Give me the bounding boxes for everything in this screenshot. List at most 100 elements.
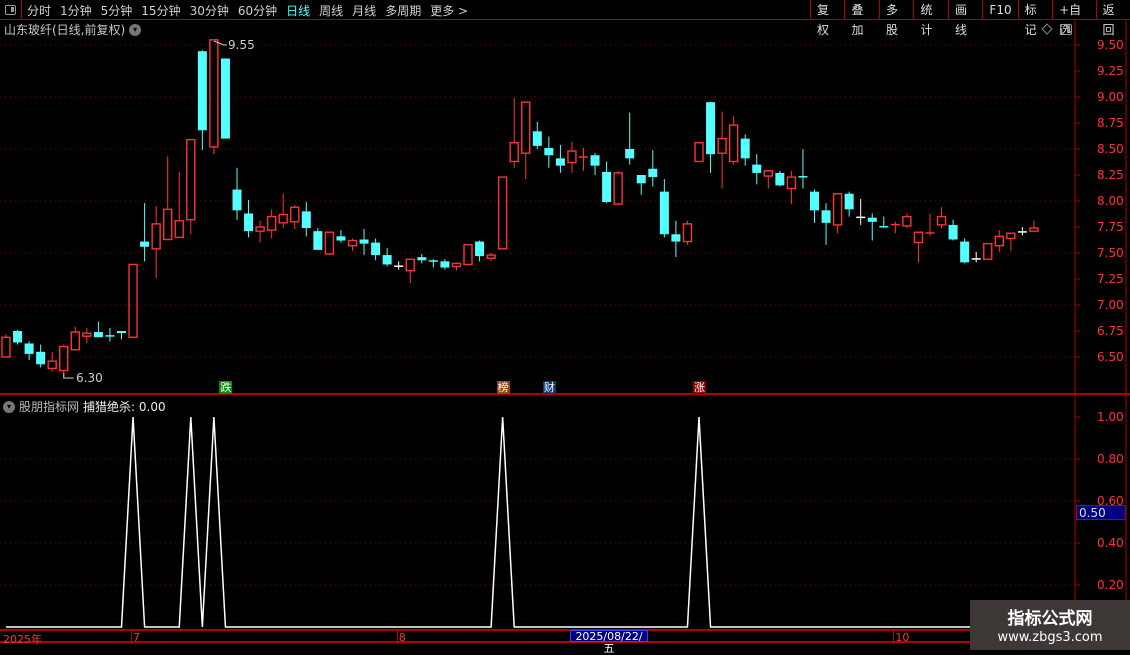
- indicator-source: 股朋指标网: [19, 400, 80, 414]
- candle: [313, 228, 323, 250]
- signal-marker: 财: [542, 381, 556, 394]
- candle-body: [359, 239, 369, 244]
- candle: [428, 259, 438, 268]
- candle: [706, 102, 716, 173]
- candle-body: [463, 243, 473, 266]
- candle: [994, 230, 1004, 252]
- candle-body: [856, 216, 866, 219]
- candle: [324, 231, 335, 256]
- candle-body: [140, 241, 150, 247]
- candle-body: [117, 331, 126, 334]
- watermark-url: www.zbgs3.com: [997, 630, 1103, 645]
- candle: [440, 259, 450, 270]
- candle: [532, 121, 542, 149]
- candle: [59, 344, 69, 378]
- candle-body: [810, 191, 819, 211]
- candle-body: [648, 168, 658, 178]
- candle: [36, 344, 46, 368]
- candle: [983, 242, 993, 260]
- candle-body: [255, 226, 265, 232]
- candle-body: [994, 235, 1004, 247]
- candle-body: [371, 242, 381, 256]
- candle: [1006, 232, 1016, 251]
- price-tick-label: 8.00: [1097, 194, 1124, 208]
- candle-body: [913, 231, 924, 244]
- candle-body: [694, 142, 704, 163]
- candle: [266, 209, 277, 239]
- candle-body: [324, 231, 335, 255]
- candle: [451, 262, 462, 271]
- candle-body: [1006, 232, 1016, 240]
- price-tick-label: 7.25: [1097, 272, 1124, 286]
- candle-body: [197, 51, 207, 131]
- candle-body: [336, 236, 346, 241]
- candle: [890, 221, 900, 234]
- candle-body: [36, 351, 46, 365]
- candle-body: [47, 360, 57, 370]
- high-price-label: 9.55: [228, 38, 255, 52]
- candle: [290, 205, 300, 230]
- watermark-title: 指标公式网: [1007, 609, 1093, 629]
- candle: [810, 189, 819, 223]
- candle-body: [93, 332, 103, 338]
- candle: [82, 327, 92, 344]
- candle-body: [128, 263, 138, 338]
- candle-body: [659, 191, 669, 235]
- candle-body: [266, 215, 277, 231]
- candle-body: [497, 176, 508, 250]
- candle: [197, 50, 207, 151]
- candle-body: [428, 260, 438, 262]
- candle: [567, 141, 577, 173]
- x-axis-label: 10: [893, 631, 910, 644]
- candle-body: [867, 217, 877, 222]
- candle: [555, 144, 565, 173]
- candle: [128, 263, 138, 338]
- candle-body: [290, 206, 300, 223]
- indicator-title[interactable]: ▾ 股朋指标网 捕猎绝杀: 0.00: [3, 398, 166, 415]
- candle-body: [544, 147, 554, 156]
- indicator-value: 捕猎绝杀: 0.00: [83, 400, 166, 414]
- candle: [925, 213, 935, 237]
- candle: [625, 112, 635, 165]
- candle-body: [244, 213, 254, 232]
- candle: [659, 179, 669, 238]
- low-arrow-icon: [63, 373, 74, 379]
- candle: [140, 203, 150, 262]
- candle: [244, 199, 254, 238]
- candle: [232, 167, 242, 220]
- signal-marker: 跌: [219, 381, 233, 394]
- candle: [1029, 220, 1039, 232]
- candle-body: [740, 138, 750, 159]
- candle: [648, 150, 658, 187]
- candle: [786, 170, 797, 205]
- indicator-tick-label: 0.20: [1097, 578, 1124, 592]
- price-tick-label: 7.50: [1097, 246, 1124, 260]
- price-tick-label: 9.00: [1097, 90, 1124, 104]
- cursor-value-label: 0.50: [1076, 505, 1126, 520]
- price-tick-label: 8.50: [1097, 142, 1124, 156]
- candle: [463, 243, 473, 266]
- candle-body: [209, 39, 219, 148]
- candle-body: [82, 332, 92, 337]
- candle-body: [706, 102, 716, 155]
- candle: [879, 216, 889, 229]
- candle: [220, 58, 230, 139]
- price-tick-label: 6.75: [1097, 324, 1124, 338]
- candle-body: [613, 172, 623, 205]
- candle-body: [752, 164, 762, 173]
- candle-body: [1029, 227, 1039, 232]
- kline-chart[interactable]: 9.50 9.25 9.00 8.75 8.50 8.25 8.00 7.75 7.50 7.25…: [0, 0, 1130, 650]
- candle-body: [486, 254, 496, 259]
- candle-body: [786, 176, 797, 190]
- candle-body: [382, 255, 392, 265]
- candle: [671, 220, 681, 258]
- candle: [475, 240, 485, 262]
- candle: [301, 202, 311, 237]
- candle: [544, 136, 554, 168]
- chevron-down-icon[interactable]: ▾: [3, 400, 15, 413]
- indicator-tick-label: 0.80: [1097, 452, 1124, 466]
- candle: [151, 206, 161, 278]
- candle-body: [879, 225, 889, 228]
- candle: [174, 171, 184, 239]
- candle-body: [186, 138, 196, 221]
